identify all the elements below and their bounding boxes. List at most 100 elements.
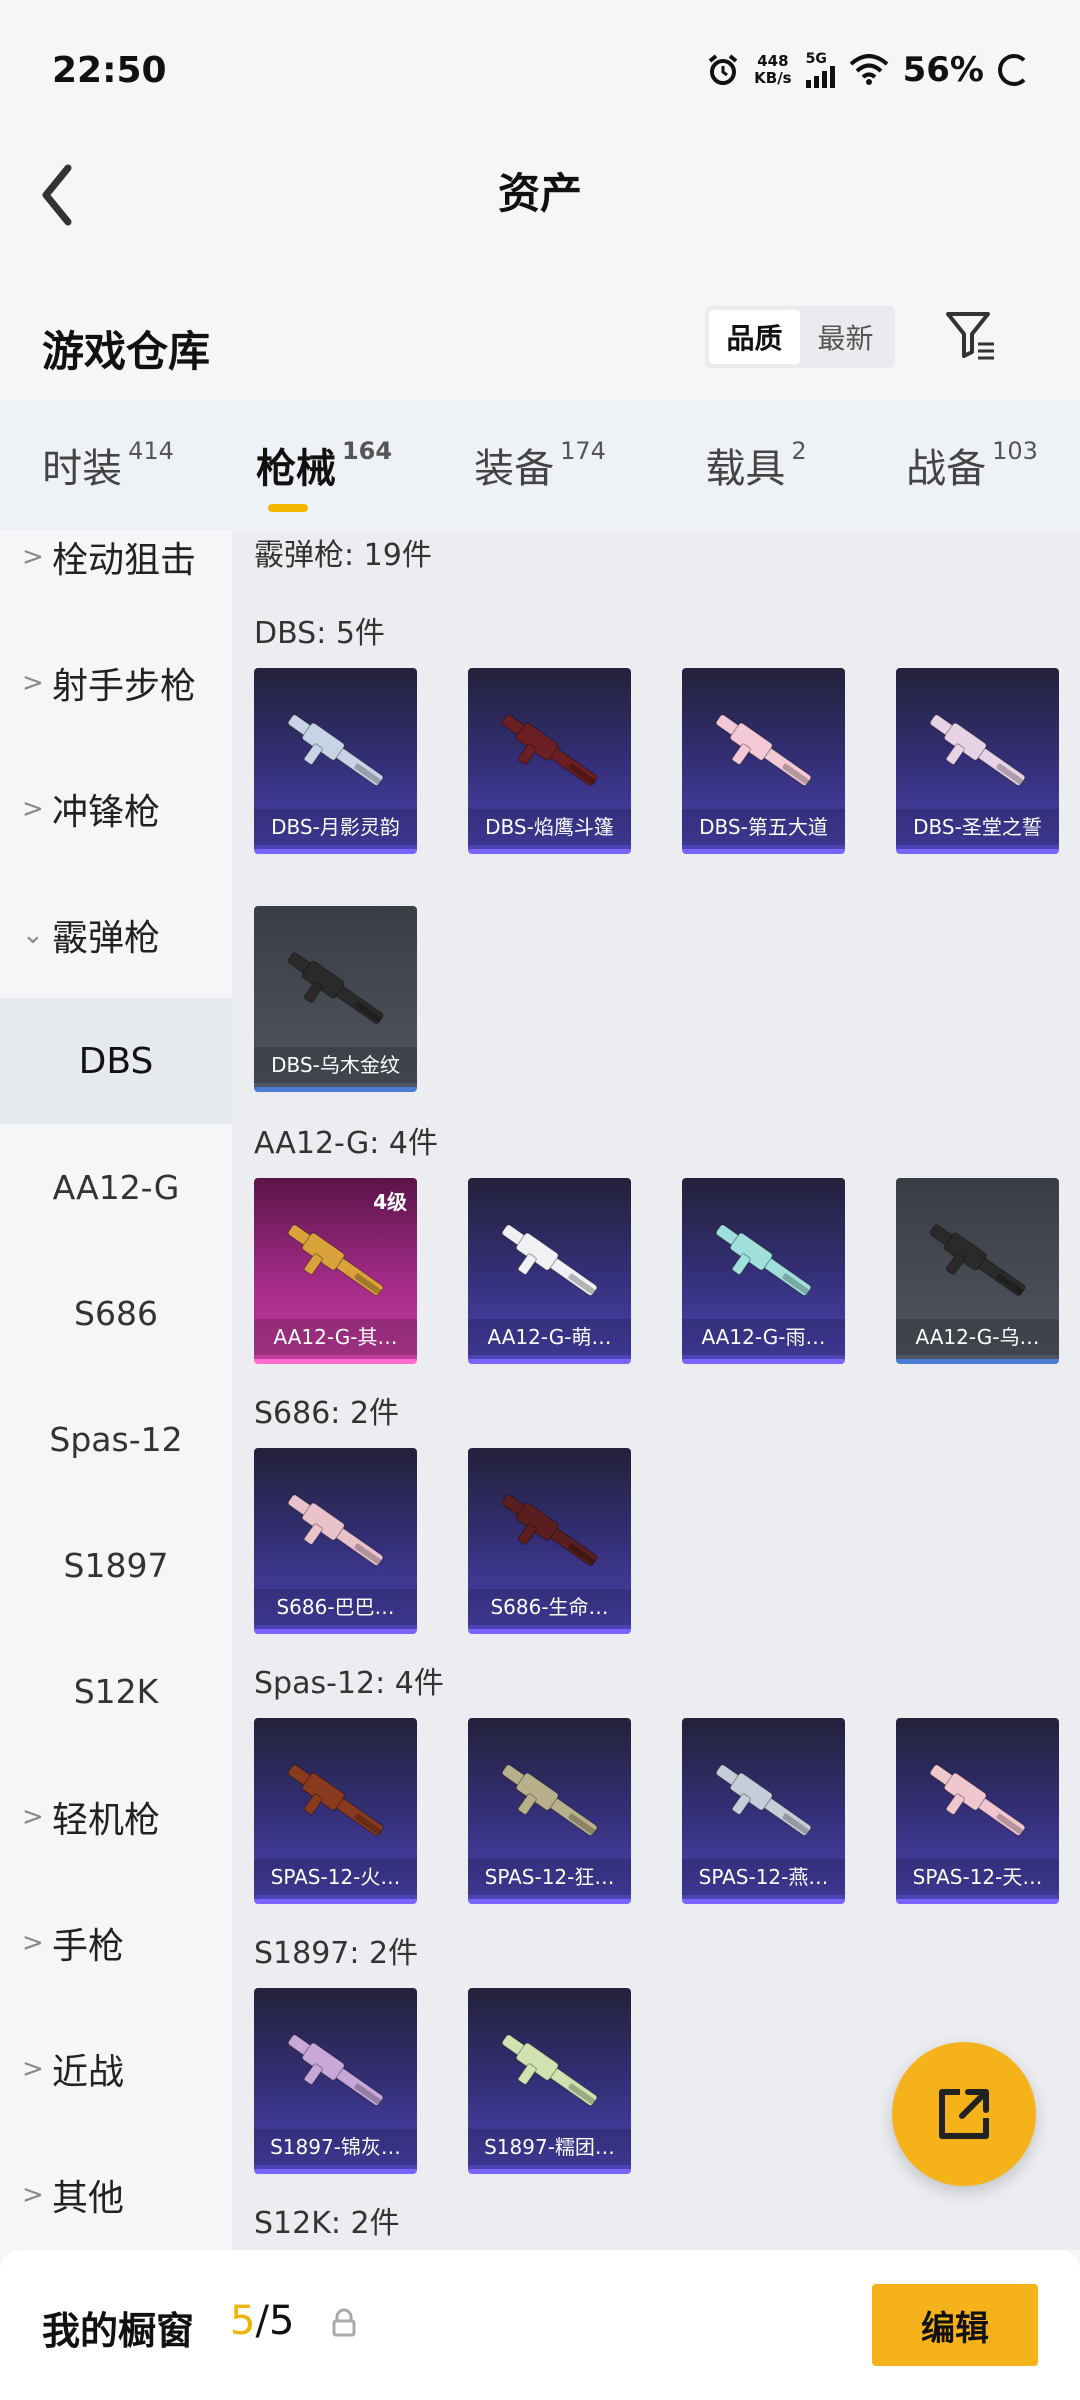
item-card[interactable]: AA12-G-乌… (896, 1178, 1059, 1364)
chevron-right-icon: > (22, 794, 44, 824)
tab-count: 414 (128, 437, 174, 465)
section-title: 游戏仓库 (42, 327, 211, 376)
gun-skin-icon (270, 944, 400, 1034)
gun-skin-icon (912, 706, 1042, 796)
item-card[interactable]: SPAS-12-天… (896, 1718, 1059, 1904)
sidebar-item-label: 其他 (52, 2178, 125, 2219)
alarm-icon (708, 54, 738, 85)
status-icons: 448 KB/s 5G 56% (706, 50, 1030, 90)
item-card[interactable]: DBS-圣堂之誓 (896, 668, 1059, 854)
group-label-s1897: S1897: 2件 (254, 1936, 419, 1971)
item-card[interactable]: S686-生命… (468, 1448, 631, 1634)
signal-5g: 5G (805, 52, 835, 88)
sidebar-item-spas12[interactable]: Spas-12 (0, 1376, 232, 1502)
item-name: AA12-G-乌… (896, 1319, 1059, 1355)
tab-vehicles[interactable]: 载具 2 (648, 400, 864, 530)
tab-label: 战备 (906, 446, 987, 492)
gun-skin-icon (912, 1756, 1042, 1846)
item-card[interactable]: 4级 AA12-G-其… (254, 1178, 417, 1364)
gun-skin-icon (912, 1216, 1042, 1306)
item-name: AA12-G-雨… (682, 1319, 845, 1355)
item-name: AA12-G-萌… (468, 1319, 631, 1355)
gun-skin-icon (270, 706, 400, 796)
chevron-right-icon: > (22, 1928, 44, 1958)
net-speed-value: 448 (757, 52, 789, 70)
tab-supplies[interactable]: 战备 103 (864, 400, 1080, 530)
item-name: S686-生命… (468, 1589, 631, 1625)
item-card[interactable]: DBS-焰鹰斗篷 (468, 668, 631, 854)
sidebar-item-bolt-sniper[interactable]: > 栓动狙击 (0, 530, 232, 620)
tab-label: 装备 (474, 446, 555, 492)
item-card[interactable]: AA12-G-雨… (682, 1178, 845, 1364)
gun-skin-icon (484, 1756, 614, 1846)
gun-skin-icon (270, 1216, 400, 1306)
battery-ring-icon (998, 54, 1030, 86)
sidebar-item-s1897[interactable]: S1897 (0, 1502, 232, 1628)
showcase-bar: 我的橱窗 5/5 编辑 (0, 2250, 1080, 2400)
item-card[interactable]: DBS-月影灵韵 (254, 668, 417, 854)
item-card[interactable]: SPAS-12-狂… (468, 1718, 631, 1904)
item-grid: 霰弹枪: 19件 DBS: 5件 DBS-月影灵韵 DBS-焰鹰斗篷 DBS-第… (232, 530, 1080, 2250)
item-name: DBS-圣堂之誓 (896, 809, 1059, 845)
sidebar-item-aa12g[interactable]: AA12-G (0, 1124, 232, 1250)
tab-fashion[interactable]: 时装 414 (0, 400, 216, 530)
sidebar-item-other[interactable]: > 其他 (0, 2132, 232, 2250)
sidebar-item-smg[interactable]: > 冲锋枪 (0, 746, 232, 872)
sidebar: > 栓动狙击 > 射手步枪 > 冲锋枪 ⌄ 霰弹枪 DBS AA12-G S686 Sp… (0, 530, 232, 2250)
sidebar-item-label: S12K (73, 1671, 159, 1711)
status-time: 22:50 (52, 50, 167, 91)
item-card[interactable]: S1897-锦灰… (254, 1988, 417, 2174)
chevron-right-icon: > (22, 2054, 44, 2084)
sidebar-item-label: 轻机枪 (52, 1800, 161, 1841)
level-badge: 4级 (373, 1190, 407, 1214)
sidebar-item-dbs[interactable]: DBS (0, 998, 232, 1124)
group-label-dbs: DBS: 5件 (254, 616, 385, 651)
sidebar-item-label: 霰弹枪 (52, 918, 161, 959)
edit-button[interactable]: 编辑 (872, 2284, 1038, 2366)
chevron-right-icon: > (22, 668, 44, 698)
net-speed: 448 KB/s (754, 53, 791, 87)
category-tabs: 时装 414 枪械 164 装备 174 载具 2 战备 103 (0, 400, 1080, 530)
item-name: SPAS-12-狂… (468, 1859, 631, 1895)
sidebar-item-s12k[interactable]: S12K (0, 1628, 232, 1754)
sort-option-quality[interactable]: 品质 (709, 310, 800, 364)
gun-skin-icon (698, 1756, 828, 1846)
tab-label: 载具 (705, 446, 786, 492)
share-button[interactable] (892, 2042, 1036, 2186)
sidebar-item-lmg[interactable]: > 轻机枪 (0, 1754, 232, 1880)
group-label-s12k: S12K: 2件 (254, 2206, 400, 2241)
item-name: S1897-糯团… (468, 2129, 631, 2165)
tab-label: 枪械 (255, 446, 336, 492)
item-card[interactable]: SPAS-12-火… (254, 1718, 417, 1904)
gun-skin-icon (270, 1486, 400, 1576)
tab-equipment[interactable]: 装备 174 (432, 400, 648, 530)
item-name: S686-巴巴… (254, 1589, 417, 1625)
sidebar-item-melee[interactable]: > 近战 (0, 2006, 232, 2132)
item-name: S1897-锦灰… (254, 2129, 417, 2165)
item-card[interactable]: AA12-G-萌… (468, 1178, 631, 1364)
sidebar-item-label: 射手步枪 (52, 666, 197, 707)
item-card[interactable]: DBS-乌木金纹 (254, 906, 417, 1092)
page-title: 资产 (497, 169, 582, 218)
item-card[interactable]: SPAS-12-燕… (682, 1718, 845, 1904)
sidebar-item-pistol[interactable]: > 手枪 (0, 1880, 232, 2006)
sort-option-latest[interactable]: 最新 (800, 310, 891, 364)
item-card[interactable]: S1897-糯团… (468, 1988, 631, 2174)
tab-firearms[interactable]: 枪械 164 (216, 400, 432, 530)
sidebar-item-label: 近战 (52, 2052, 125, 2093)
sidebar-item-s686[interactable]: S686 (0, 1250, 232, 1376)
filter-icon[interactable] (940, 304, 1000, 364)
group-label-s686: S686: 2件 (254, 1396, 400, 1431)
item-name: AA12-G-其… (254, 1319, 417, 1355)
sidebar-item-label: 手枪 (52, 1926, 125, 1967)
battery-percent: 56% (902, 50, 984, 90)
sidebar-item-shotgun[interactable]: ⌄ 霰弹枪 (0, 872, 232, 998)
item-card[interactable]: DBS-第五大道 (682, 668, 845, 854)
showcase-separator: / (255, 2298, 269, 2344)
item-name: DBS-乌木金纹 (254, 1047, 417, 1083)
sidebar-item-label: AA12-G (52, 1167, 180, 1207)
gun-skin-icon (484, 1486, 614, 1576)
sidebar-item-marksman[interactable]: > 射手步枪 (0, 620, 232, 746)
item-card[interactable]: S686-巴巴… (254, 1448, 417, 1634)
gun-skin-icon (698, 1216, 828, 1306)
